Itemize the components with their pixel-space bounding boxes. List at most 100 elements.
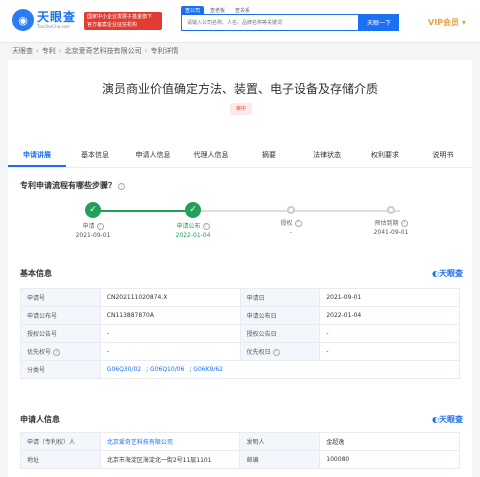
tab-progress[interactable]: 申请讲展 <box>8 142 66 167</box>
step-label: 申请公布 <box>176 223 201 230</box>
table-row: 申请（专利权）人 北京爱奇艺科技有限公司 发明人 金超逸 <box>20 432 460 451</box>
step-date: 2021-09-01 <box>75 232 111 239</box>
field-value: - <box>319 342 460 361</box>
tab-agent[interactable]: 代理人信息 <box>182 142 240 167</box>
help-icon: ? <box>400 220 408 227</box>
field-label: 优先权号 <box>27 349 52 356</box>
progress-question[interactable]: 专利申请流程有哪些步骤？? <box>20 180 125 191</box>
step-label: 申请 <box>82 223 95 230</box>
brand-eye-icon: ◐ <box>432 415 439 424</box>
promo-banner[interactable]: 国家中小企业发展子基金旗下 官方备案企业征信机构 <box>84 12 162 30</box>
patent-detail-card: 演员商业价值确定方法、装置、电子设备及存储介质 审中 申请讲展 基本信息 申请人… <box>8 60 472 477</box>
tab-applicant[interactable]: 申请人信息 <box>124 142 182 167</box>
table-row: 授权公告号 - 授权公告日 - <box>20 324 460 343</box>
field-label: 发明人 <box>239 432 321 451</box>
vip-label: VIP会员 <box>428 18 460 27</box>
tab-basic-info[interactable]: 基本信息 <box>66 142 124 167</box>
chevron-right-icon: › <box>58 47 62 55</box>
class-code-link[interactable]: G06Q30/02 <box>107 366 141 373</box>
basic-info-title: 基本信息 <box>20 269 52 278</box>
field-label: 地址 <box>20 450 101 469</box>
field-label: 申请公布日 <box>239 306 321 325</box>
pending-dot-icon <box>387 206 395 214</box>
vip-menu[interactable]: VIP会员 ▾ <box>428 17 466 28</box>
check-icon: ✓ <box>85 202 101 218</box>
top-header: ◉ 天眼查 TianYanCha.com 国家中小企业发展子基金旗下 官方备案企… <box>0 0 480 43</box>
field-label: 优先权日 <box>246 349 271 356</box>
logo[interactable]: ◉ 天眼查 TianYanCha.com <box>12 9 76 31</box>
help-icon: ? <box>202 223 210 230</box>
class-code-link[interactable]: G06K9/62 <box>193 366 223 373</box>
table-row: 优先权号? - 优先权日? - <box>20 342 460 361</box>
logo-domain: TianYanCha.com <box>37 24 70 29</box>
field-label: 申请公布号 <box>20 306 101 325</box>
brand-watermark: ◐天眼查 <box>432 414 463 425</box>
step-date: 2041-09-01 <box>373 229 409 236</box>
classification-codes: G06Q30/02; G06Q10/06; G06K9/62 <box>99 360 461 379</box>
step-label: 授权 <box>280 220 293 227</box>
table-row: 地址 北京市海淀区海淀北一街2号11层1101 邮编 100080 <box>20 450 460 469</box>
help-icon: ? <box>118 183 125 190</box>
tab-abstract[interactable]: 摘要 <box>240 142 298 167</box>
field-label: 授权公告日 <box>239 324 321 343</box>
help-icon: ? <box>96 223 104 230</box>
step-date: 2022-01-04 <box>175 232 211 239</box>
field-value: CN202111020874.X <box>99 288 241 307</box>
step-publish: ✓ 申请公布? 2022-01-04 <box>153 200 233 239</box>
brand-name: 天眼查 <box>438 415 463 424</box>
breadcrumb: 天眼查 › 专利 › 北京爱奇艺科技有限公司 › 专利详情 <box>12 46 178 56</box>
help-icon: ? <box>53 349 61 356</box>
applicant-info-table: 申请（专利权）人 北京爱奇艺科技有限公司 发明人 金超逸 地址 北京市海淀区海淀… <box>20 432 460 469</box>
step-apply: ✓ 申请? 2021-09-01 <box>53 200 133 239</box>
search-button[interactable]: 天眼一下 <box>359 14 399 31</box>
breadcrumb-patent[interactable]: 专利 <box>42 46 56 56</box>
table-row: 申请公布号 CN113887870A 申请公布日 2022-01-04 <box>20 306 460 325</box>
brand-name: 天眼查 <box>438 269 463 278</box>
progress-question-text: 专利申请流程有哪些步骤？ <box>20 181 116 190</box>
field-value: 北京市海淀区海淀北一街2号11层1101 <box>99 450 241 469</box>
search-input[interactable] <box>181 14 359 31</box>
caret-down-icon: ▾ <box>461 18 466 27</box>
logo-eye-icon: ◉ <box>12 9 34 31</box>
field-label: 授权公告号 <box>20 324 101 343</box>
tab-legal-status[interactable]: 法律状态 <box>298 142 356 167</box>
field-label: 申请日 <box>239 288 321 307</box>
chevron-right-icon: › <box>144 47 148 55</box>
breadcrumb-company[interactable]: 北京爱奇艺科技有限公司 <box>65 46 142 56</box>
tab-description[interactable]: 说明书 <box>414 142 472 167</box>
help-icon: ? <box>272 349 280 356</box>
breadcrumb-home[interactable]: 天眼查 <box>12 46 33 56</box>
status-badge: 审中 <box>230 103 253 115</box>
field-value: 2022-01-04 <box>319 306 460 325</box>
applicant-info-title: 申请人信息 <box>20 415 60 424</box>
field-value: - <box>99 324 241 343</box>
breadcrumb-current: 专利详情 <box>150 47 179 55</box>
field-value: CN113887870A <box>99 306 241 325</box>
pending-dot-icon <box>287 206 295 214</box>
field-label: 申请号 <box>20 288 101 307</box>
brand-watermark: ◐天眼查 <box>432 268 463 279</box>
field-label: 申请（专利权）人 <box>20 432 101 451</box>
promo-line-1: 国家中小企业发展子基金旗下 <box>87 14 153 20</box>
field-value: - <box>99 342 241 361</box>
logo-name: 天眼查 <box>37 10 77 24</box>
class-code-link[interactable]: G06Q10/06 <box>150 366 184 373</box>
detail-tabs: 申请讲展 基本信息 申请人信息 代理人信息 摘要 法律状态 权利要求 说明书 <box>8 142 472 168</box>
help-icon: ? <box>294 220 302 227</box>
chevron-right-icon: › <box>36 47 39 55</box>
brand-eye-icon: ◐ <box>432 269 439 278</box>
applicant-company-link[interactable]: 北京爱奇艺科技有限公司 <box>107 439 173 446</box>
field-value: 2021-09-01 <box>319 288 460 307</box>
field-label: 分类号 <box>20 360 101 379</box>
field-value: - <box>319 324 460 343</box>
step-date: - <box>289 229 293 236</box>
inventor-name[interactable]: 金超逸 <box>319 432 460 451</box>
check-icon: ✓ <box>185 202 201 218</box>
promo-line-2: 官方备案企业征信机构 <box>87 22 138 28</box>
step-grant: 授权? - <box>251 200 331 236</box>
step-label: 预估到期 <box>374 220 399 227</box>
step-expiry: 预估到期? 2041-09-01 <box>351 200 431 236</box>
tab-claims[interactable]: 权利要求 <box>356 142 414 167</box>
patent-title: 演员商业价值确定方法、装置、电子设备及存储介质 <box>101 82 378 96</box>
table-row: 申请号 CN202111020874.X 申请日 2021-09-01 <box>20 288 460 307</box>
